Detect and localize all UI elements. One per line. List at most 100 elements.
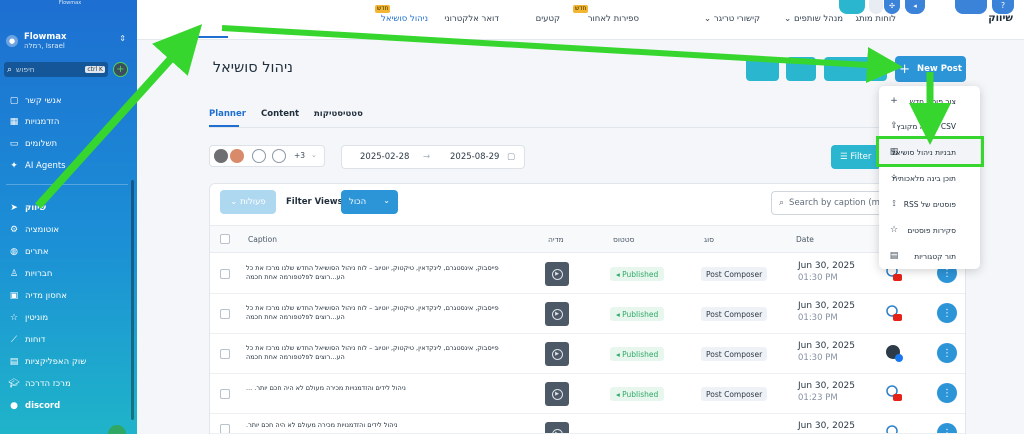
sidebar-item-marketing[interactable]: ➤ שיווק [8,199,128,217]
sidebar-item-payments[interactable]: ▭ תשלומים [8,135,128,153]
chat-widget-icon[interactable] [108,425,126,434]
toolbar-button-1[interactable] [746,57,779,81]
video-thumbnail[interactable]: ▶ [545,422,569,433]
new-post-label: New Post [917,64,962,74]
contacts-icon: ▢ [9,96,19,106]
payments-icon: ▭ [9,139,19,149]
location-avatar-icon: ● [6,35,18,47]
row-caption: ניהול לידים והזדמנויות מכירה מעולם לא הי… [246,384,406,392]
highlight-box [876,136,984,167]
menu-item-category-queue[interactable]: ▤ תור קטגוריות [879,243,980,269]
megaphone-icon[interactable]: ◂ [905,0,925,14]
play-icon: ▶ [551,388,563,400]
header-avatar[interactable] [869,0,883,14]
date-range-picker[interactable]: 2025-02-28 → 2025-08-29 ▢ [341,145,525,169]
menu-item-post-reviews[interactable]: ☆ סקירות פוסטים [879,217,980,243]
menu-item-rss[interactable]: ⟟ RSS פוסטים של [879,191,980,217]
caption-search-input[interactable]: ⌕ Search by caption (mi [771,191,885,215]
header-date: Date [796,235,814,244]
toolbar-button-2[interactable] [786,57,816,81]
chevron-down-icon: ⌄ [703,14,714,24]
row-checkbox[interactable] [220,309,230,319]
select-all-checkbox[interactable] [220,234,230,244]
sidebar-item-memberships[interactable]: ♙ חברויות [8,265,128,283]
tab-statistics[interactable]: סטטיסטיקות [314,109,363,119]
chevron-down-icon: ⌄ [311,151,317,159]
sidebar-item-media-storage[interactable]: ▣ אחסון מדיה [8,287,128,305]
toolbar-button-3[interactable] [824,57,887,81]
row-menu-button[interactable]: ⋮ [937,303,957,323]
table-row[interactable]: ניהול לידים והזדמנויות מכירה מעולם לא הי… [210,374,965,414]
sidebar-item-opportunities[interactable]: ▦ הזדמנויות [8,113,128,131]
video-thumbnail[interactable]: ▶ [545,262,569,286]
menu-item-ai-content[interactable]: ✧ תוכן בינה מלאכותית [879,165,980,191]
sidebar-item-contacts[interactable]: ▢ אנשי קשר [8,92,128,110]
filters-button[interactable]: ☰ Filter [831,145,881,169]
help-icon[interactable]: ? [992,0,1014,14]
youtube-icon [885,304,903,322]
globe-icon: ◍ [10,247,18,257]
row-date: Jun 30, 2025 [798,420,855,432]
bell-icon[interactable] [955,0,987,14]
sidebar-item-reputation[interactable]: ☆ מוניטין [8,309,128,327]
bulk-actions-button[interactable]: ⌄ פעולות [220,190,276,214]
row-checkbox[interactable] [220,269,230,279]
type-badge: Post Composer [701,267,768,281]
sidebar-item-discord[interactable]: ● discord [8,397,128,415]
row-date: Jun 30, 2025 01:30 PM [798,340,855,364]
table-row[interactable]: פייסבוק, אינסטגרם, לינקדאין, טיקטוק, יוט… [210,334,965,374]
tab-snippets[interactable]: קטעים [536,14,560,24]
sidebar-scrollbar[interactable] [131,180,134,420]
status-badge: ◂ Published [610,347,665,361]
row-date: Jun 30, 2025 01:30 PM [798,260,855,284]
video-thumbnail[interactable]: ▶ [545,382,569,406]
tab-social-planner[interactable]: ניהול סושיאל [381,14,428,24]
tab-brand-boards[interactable]: לוחות מותג [856,14,896,24]
tab-countdowns[interactable]: ספירות לאחור [588,14,639,24]
menu-item-new-post[interactable]: + צור פוסט חדש [879,88,980,114]
header-action-button[interactable] [839,0,865,14]
row-checkbox[interactable] [220,389,230,399]
sidebar-item-app-marketplace[interactable]: ▤ שוק האפליקציות [8,353,128,371]
quick-add-button[interactable]: + [113,62,128,77]
row-checkbox[interactable] [220,349,230,359]
row-date: Jun 30, 2025 01:23 PM [798,380,855,404]
account-avatar [252,149,266,163]
table-row[interactable]: פייסבוק, אינסטגרם, לינקדאין, טיקטוק, יוט… [210,254,965,294]
account-location: רמלה, Israel [24,41,65,50]
header-caption: Caption [248,235,277,244]
row-menu-button[interactable]: ⋮ [937,383,957,403]
menu-item-label: צור פוסט חדש [909,96,956,106]
tab-planner[interactable]: Planner [209,109,246,119]
filters-label: Filter [850,152,872,162]
accounts-selector[interactable]: +3 ⌄ [209,145,325,167]
tab-affiliate-manager[interactable]: ⌄ מנהל שותפים [784,14,843,24]
filter-views-select[interactable]: הכול ⌄ [341,190,398,214]
play-icon: ▶ [551,428,563,433]
row-menu-button[interactable]: ⋮ [937,343,957,363]
video-thumbnail[interactable]: ▶ [545,302,569,326]
video-thumbnail[interactable]: ▶ [545,342,569,366]
sidebar-item-ai-agents[interactable]: ✦ AI Agents [8,157,128,175]
settings-icon[interactable]: ✣ [884,0,900,14]
star-icon: ☆ [889,225,899,235]
row-checkbox[interactable] [220,424,230,433]
account-switcher[interactable]: ● Flowmax רמלה, Israel ⇕ [6,28,128,54]
sidebar-item-training[interactable]: 🎓︎ מרכז הדרכה [8,375,128,393]
sidebar-item-automation[interactable]: ⚙ אוטומציה [8,221,128,239]
graduation-icon: 🎓︎ [8,379,20,389]
sidebar-search[interactable]: ⌕ חיפוש ctrl K [4,62,108,77]
new-post-button[interactable]: + New Post [895,56,966,82]
calendar-icon: ▢ [507,152,516,162]
sidebar-divider [6,184,128,185]
sidebar-item-sites[interactable]: ◍ אתרים [8,243,128,261]
youtube-icon [885,384,903,402]
table-row[interactable]: פייסבוק, אינסטגרם, לינקדאין, טיקטוק, יוט… [210,294,965,334]
sidebar-item-reports[interactable]: ⟋ דוחות [8,331,128,349]
row-menu-button[interactable]: ⋮ [937,423,957,433]
tab-trigger-links[interactable]: ⌄ קישורי טריגר [704,14,760,24]
automation-icon: ⚙ [9,225,19,235]
tab-content[interactable]: Content [261,109,299,119]
tab-email[interactable]: דואר אלקטרוני [444,14,499,24]
table-row[interactable]: ניהול לידים והזדמנויות מכירה מעולם לא הי… [210,414,965,434]
